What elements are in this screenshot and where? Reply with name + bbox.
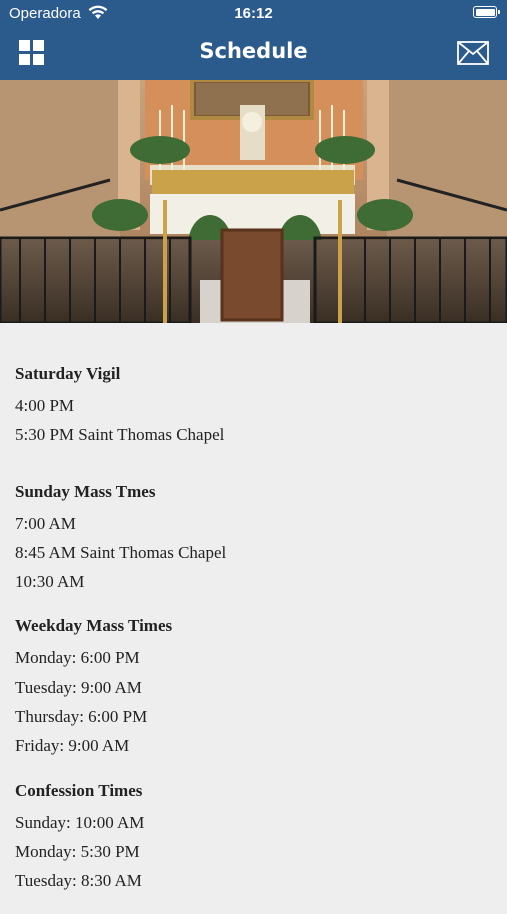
- schedule-item: Sunday: 10:00 AM: [15, 812, 145, 832]
- status-bar: Operadora 16:12: [0, 0, 507, 28]
- schedule-section: Saturday Vigil 4:00 PM 5:30 PM Saint Tho…: [15, 362, 492, 450]
- page-title: Schedule: [199, 39, 308, 63]
- nav-bar: Schedule: [0, 28, 507, 80]
- mail-icon[interactable]: [457, 41, 489, 65]
- section-heading: Saturday Vigil: [15, 364, 121, 383]
- battery-icon: [473, 6, 500, 18]
- schedule-item: 5:30 PM Saint Thomas Chapel: [15, 425, 225, 445]
- schedule-item: 8:45 AM Saint Thomas Chapel: [15, 542, 227, 562]
- schedule-item: Tuesday: 9:00 AM: [15, 677, 142, 697]
- section-heading: Confession Times: [15, 780, 143, 800]
- schedule-item: 7:00 AM: [15, 513, 76, 533]
- schedule-item: Tuesday: 8:30 AM: [15, 871, 142, 891]
- schedule-item: Thursday: 6:00 PM: [15, 707, 148, 727]
- schedule-section: Sunday Mass Tmes 7:00 AM 8:45 AM Saint T…: [15, 480, 492, 597]
- schedule-section: Confession Times Sunday: 10:00 AM Monday…: [15, 779, 492, 896]
- schedule-item: Friday: 9:00 AM: [15, 736, 130, 756]
- section-heading: Weekday Mass Times: [15, 616, 173, 636]
- schedule-item: 10:30 AM: [15, 572, 85, 592]
- schedule-item: 4:00 PM: [15, 396, 75, 415]
- schedule-list: Saturday Vigil 4:00 PM 5:30 PM Saint Tho…: [15, 362, 492, 914]
- schedule-section: Weekday Mass Times Monday: 6:00 PM Tuesd…: [15, 614, 492, 760]
- schedule-item: Monday: 6:00 PM: [15, 648, 140, 668]
- schedule-item: Monday: 5:30 PM: [15, 841, 140, 861]
- section-heading: Sunday Mass Tmes: [15, 481, 156, 501]
- church-altar-image: [0, 80, 507, 323]
- clock-time: 16:12: [234, 5, 273, 22]
